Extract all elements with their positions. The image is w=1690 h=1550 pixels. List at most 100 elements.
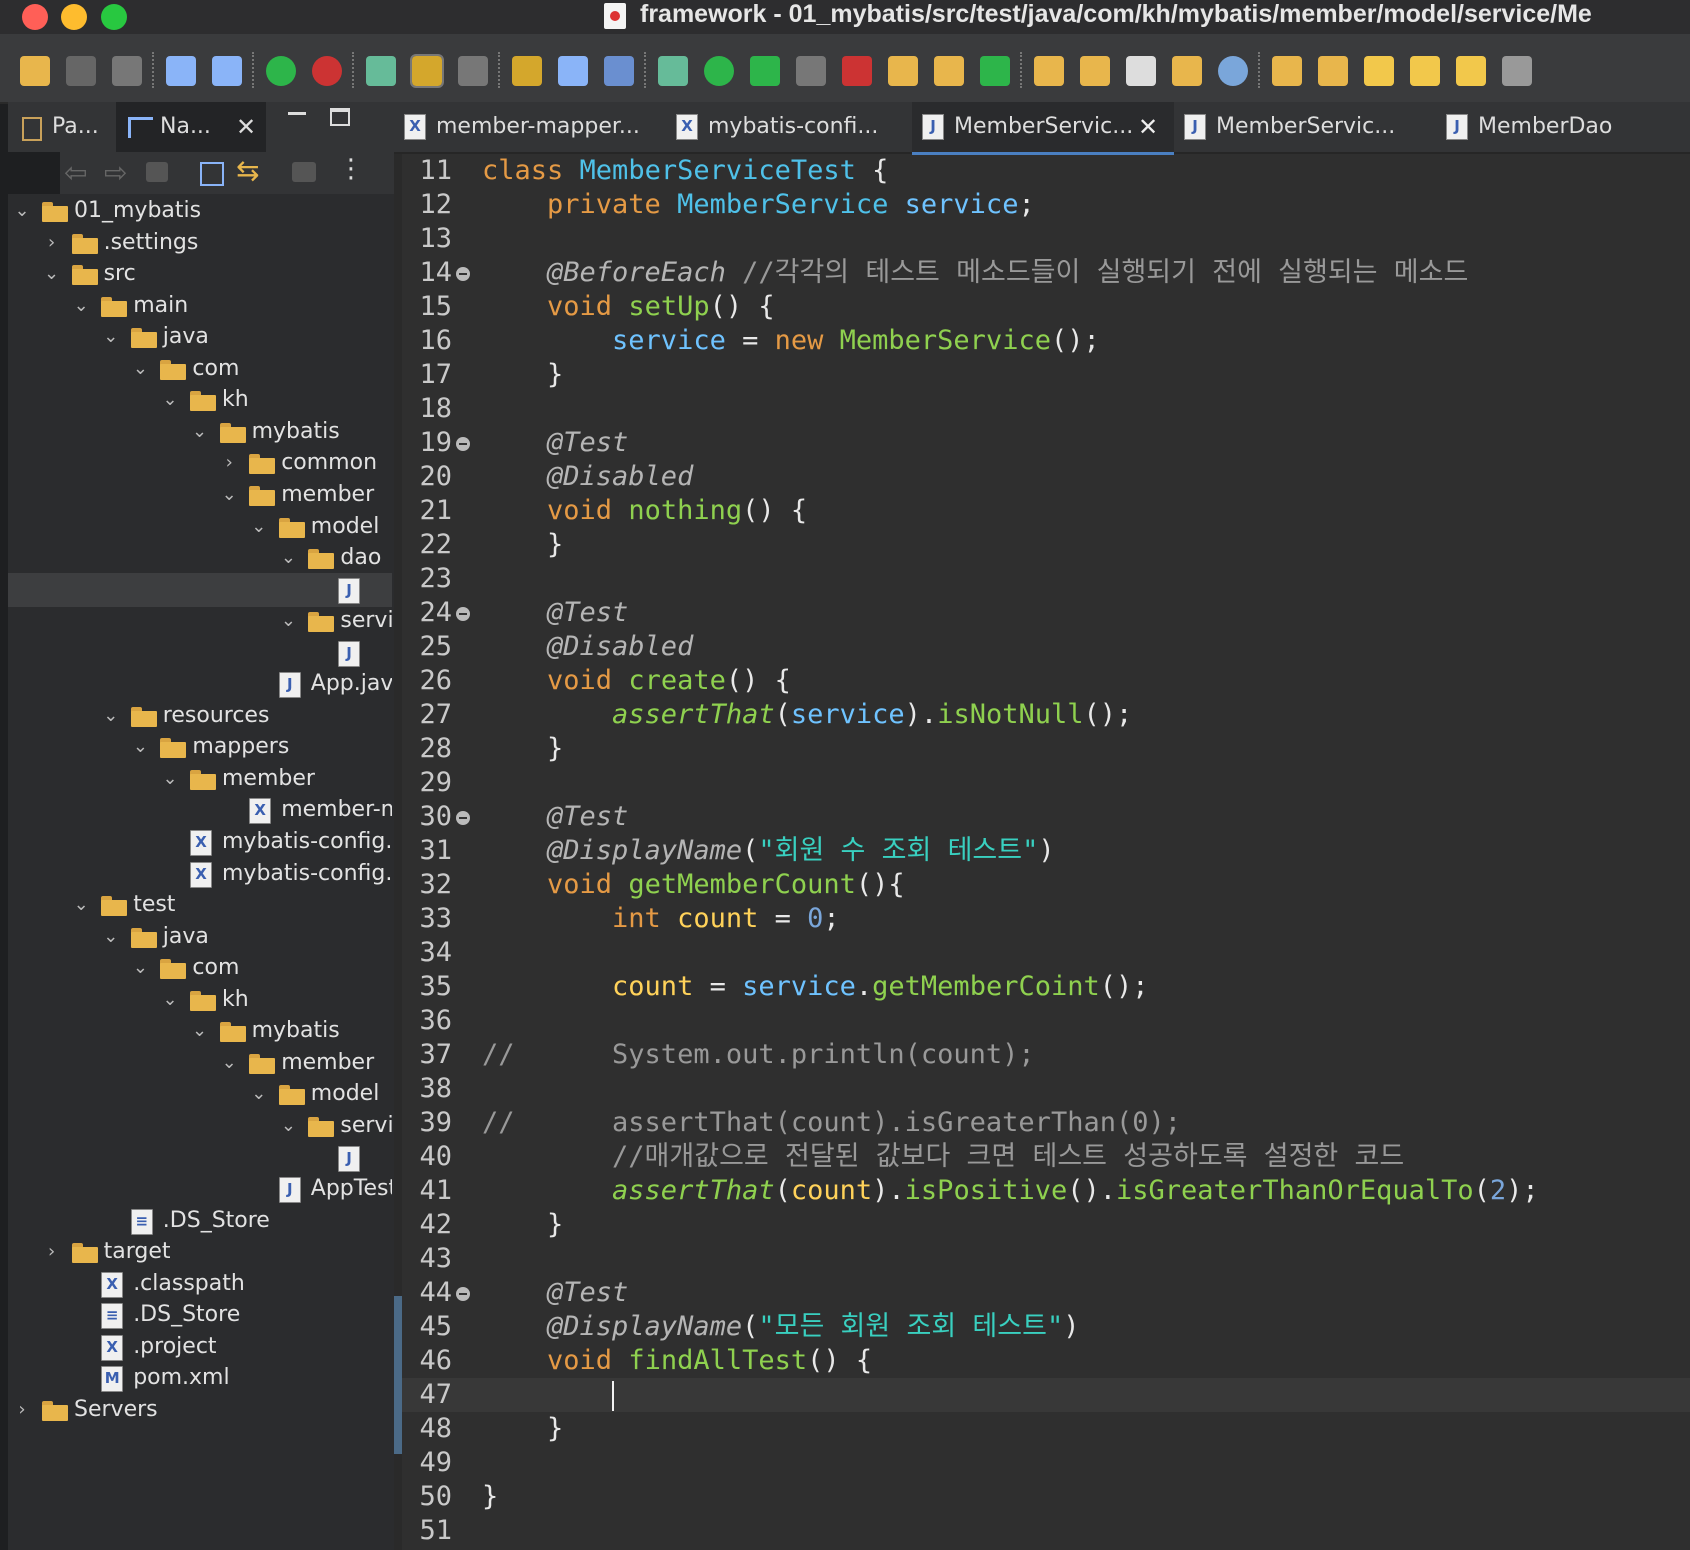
code-line[interactable]: 21 void nothing() { xyxy=(402,494,1690,528)
tree-item[interactable]: ⌄ main xyxy=(8,289,394,323)
tab-navigator[interactable]: Na... ✕ xyxy=(116,102,266,152)
chevron-down-icon[interactable]: ⌄ xyxy=(278,541,298,575)
chevron-down-icon[interactable]: ⌄ xyxy=(219,1046,239,1080)
maximize-view-button[interactable] xyxy=(330,108,350,126)
close-tab-icon[interactable]: ✕ xyxy=(1138,102,1158,152)
chevron-down-icon[interactable]: ⌄ xyxy=(160,983,180,1017)
fold-toggle-icon[interactable] xyxy=(456,1287,470,1301)
chevron-down-icon[interactable]: ⌄ xyxy=(190,1014,210,1048)
code-line[interactable]: 18 xyxy=(402,392,1690,426)
tree-item[interactable]: ⌄ java xyxy=(8,920,394,954)
run-config-icon[interactable] xyxy=(750,56,780,86)
chevron-down-icon[interactable]: ⌄ xyxy=(219,478,239,512)
tree-item[interactable]: › .settings xyxy=(8,226,394,260)
code-line[interactable]: 30 @Test xyxy=(402,800,1690,834)
chevron-right-icon[interactable]: › xyxy=(42,1235,62,1269)
code-line[interactable]: 48 } xyxy=(402,1412,1690,1446)
fold-toggle-icon[interactable] xyxy=(456,267,470,281)
chevron-down-icon[interactable]: ⌄ xyxy=(249,1077,269,1111)
search-icon[interactable] xyxy=(212,56,242,86)
forward-icon[interactable] xyxy=(1502,56,1532,86)
tree-item[interactable]: ⌄ src xyxy=(8,257,394,291)
tree-item[interactable]: ⌄ kh xyxy=(8,383,394,417)
code-line[interactable]: 44 @Test xyxy=(402,1276,1690,1310)
code-line[interactable]: 27 assertThat(service).isNotNull(); xyxy=(402,698,1690,732)
minimize-view-button[interactable] xyxy=(288,112,306,115)
chevron-down-icon[interactable]: ⌄ xyxy=(101,699,121,733)
code-line[interactable]: 47 xyxy=(402,1378,1690,1412)
tree-item[interactable]: ≡ .DS_Store xyxy=(8,1204,394,1238)
code-line[interactable]: 35 count = service.getMemberCoint(); xyxy=(402,970,1690,1004)
save-icon[interactable] xyxy=(66,56,96,86)
chevron-down-icon[interactable]: ⌄ xyxy=(101,320,121,354)
tree-item[interactable]: › Servers xyxy=(8,1393,394,1427)
code-line[interactable]: 14 @BeforeEach //각각의 테스트 메소드들이 실행되기 전에 실… xyxy=(402,256,1690,290)
code-line[interactable]: 24 @Test xyxy=(402,596,1690,630)
tree-item[interactable]: ⌄ member xyxy=(8,478,394,512)
tree-item[interactable]: ⌄ mappers xyxy=(8,730,394,764)
chevron-down-icon[interactable]: ⌄ xyxy=(130,730,150,764)
code-line[interactable]: 49 xyxy=(402,1446,1690,1480)
filter-icon[interactable] xyxy=(292,162,316,182)
chevron-down-icon[interactable]: ⌄ xyxy=(160,383,180,417)
wand-icon[interactable] xyxy=(1126,56,1156,86)
chevron-right-icon[interactable]: › xyxy=(42,226,62,260)
power-icon[interactable] xyxy=(266,56,296,86)
code-line[interactable]: 13 xyxy=(402,222,1690,256)
tree-item[interactable]: › target xyxy=(8,1235,394,1269)
bug-icon[interactable] xyxy=(658,56,688,86)
tree-item[interactable]: X .classpath xyxy=(8,1267,394,1301)
code-line[interactable]: 19 @Test xyxy=(402,426,1690,460)
tree-item[interactable]: ⌄ model xyxy=(8,1077,394,1111)
fold-toggle-icon[interactable] xyxy=(456,811,470,825)
code-line[interactable]: 46 void findAllTest() { xyxy=(402,1344,1690,1378)
chevron-down-icon[interactable]: ⌄ xyxy=(71,888,91,922)
chevron-down-icon[interactable]: ⌄ xyxy=(71,289,91,323)
tree-item[interactable]: J xyxy=(8,1141,394,1175)
code-line[interactable]: 42 } xyxy=(402,1208,1690,1242)
globe-icon[interactable] xyxy=(1218,56,1248,86)
chevron-down-icon[interactable]: ⌄ xyxy=(101,920,121,954)
fold-toggle-icon[interactable] xyxy=(456,607,470,621)
refresh-icon[interactable] xyxy=(980,56,1010,86)
open-project-icon[interactable] xyxy=(1172,56,1202,86)
code-line[interactable]: 15 void setUp() { xyxy=(402,290,1690,324)
code-editor[interactable]: 11 class MemberServiceTest {12 private Me… xyxy=(402,154,1690,1550)
highlight-icon[interactable] xyxy=(410,54,444,88)
code-line[interactable]: 32 void getMemberCount(){ xyxy=(402,868,1690,902)
chevron-down-icon[interactable]: ⌄ xyxy=(42,257,62,291)
debug-config-icon[interactable] xyxy=(458,56,488,86)
tree-item[interactable]: ⌄ member xyxy=(8,1046,394,1080)
code-line[interactable]: 20 @Disabled xyxy=(402,460,1690,494)
terminal-icon[interactable] xyxy=(166,56,196,86)
save-all-icon[interactable] xyxy=(112,56,142,86)
tree-item[interactable]: › common xyxy=(8,446,394,480)
tree-item[interactable]: ⌄ com xyxy=(8,352,394,386)
collapse-all-icon[interactable] xyxy=(200,162,224,186)
link-with-editor-icon[interactable]: ⇆ xyxy=(236,154,259,187)
tree-item[interactable]: ≡ .DS_Store xyxy=(8,1298,394,1332)
tree-item[interactable]: ⌄ test xyxy=(8,888,394,922)
close-window-button[interactable] xyxy=(22,4,48,30)
folder-icon[interactable] xyxy=(1080,56,1110,86)
code-line[interactable]: 31 @DisplayName("회원 수 조회 테스트") xyxy=(402,834,1690,868)
tree-item[interactable]: ⌄ model xyxy=(8,510,394,544)
back-edit-icon[interactable] xyxy=(1364,56,1394,86)
chevron-down-icon[interactable]: ⌄ xyxy=(249,510,269,544)
forward-edit-icon[interactable] xyxy=(1410,56,1440,86)
chevron-down-icon[interactable]: ⌄ xyxy=(160,762,180,796)
open-type-icon[interactable] xyxy=(512,56,542,86)
tree-item[interactable]: ⌄ kh xyxy=(8,983,394,1017)
tree-item[interactable]: ⌄ dao xyxy=(8,541,394,575)
tree-item[interactable]: ⌄ mybatis xyxy=(8,415,394,449)
tree-item[interactable]: X .project xyxy=(8,1330,394,1364)
tab-package-explorer[interactable]: Pa... xyxy=(8,102,116,152)
code-line[interactable]: 23 xyxy=(402,562,1690,596)
tree-item[interactable]: ⌄ service xyxy=(8,1109,394,1143)
code-line[interactable]: 45 @DisplayName("모든 회원 조회 테스트") xyxy=(402,1310,1690,1344)
tree-item[interactable]: ⌄ com xyxy=(8,951,394,985)
new-icon[interactable] xyxy=(20,56,50,86)
chevron-down-icon[interactable]: ⌄ xyxy=(12,194,32,228)
build-icon[interactable] xyxy=(366,56,396,86)
editor-tab[interactable]: Xmybatis-confi... xyxy=(666,102,912,152)
